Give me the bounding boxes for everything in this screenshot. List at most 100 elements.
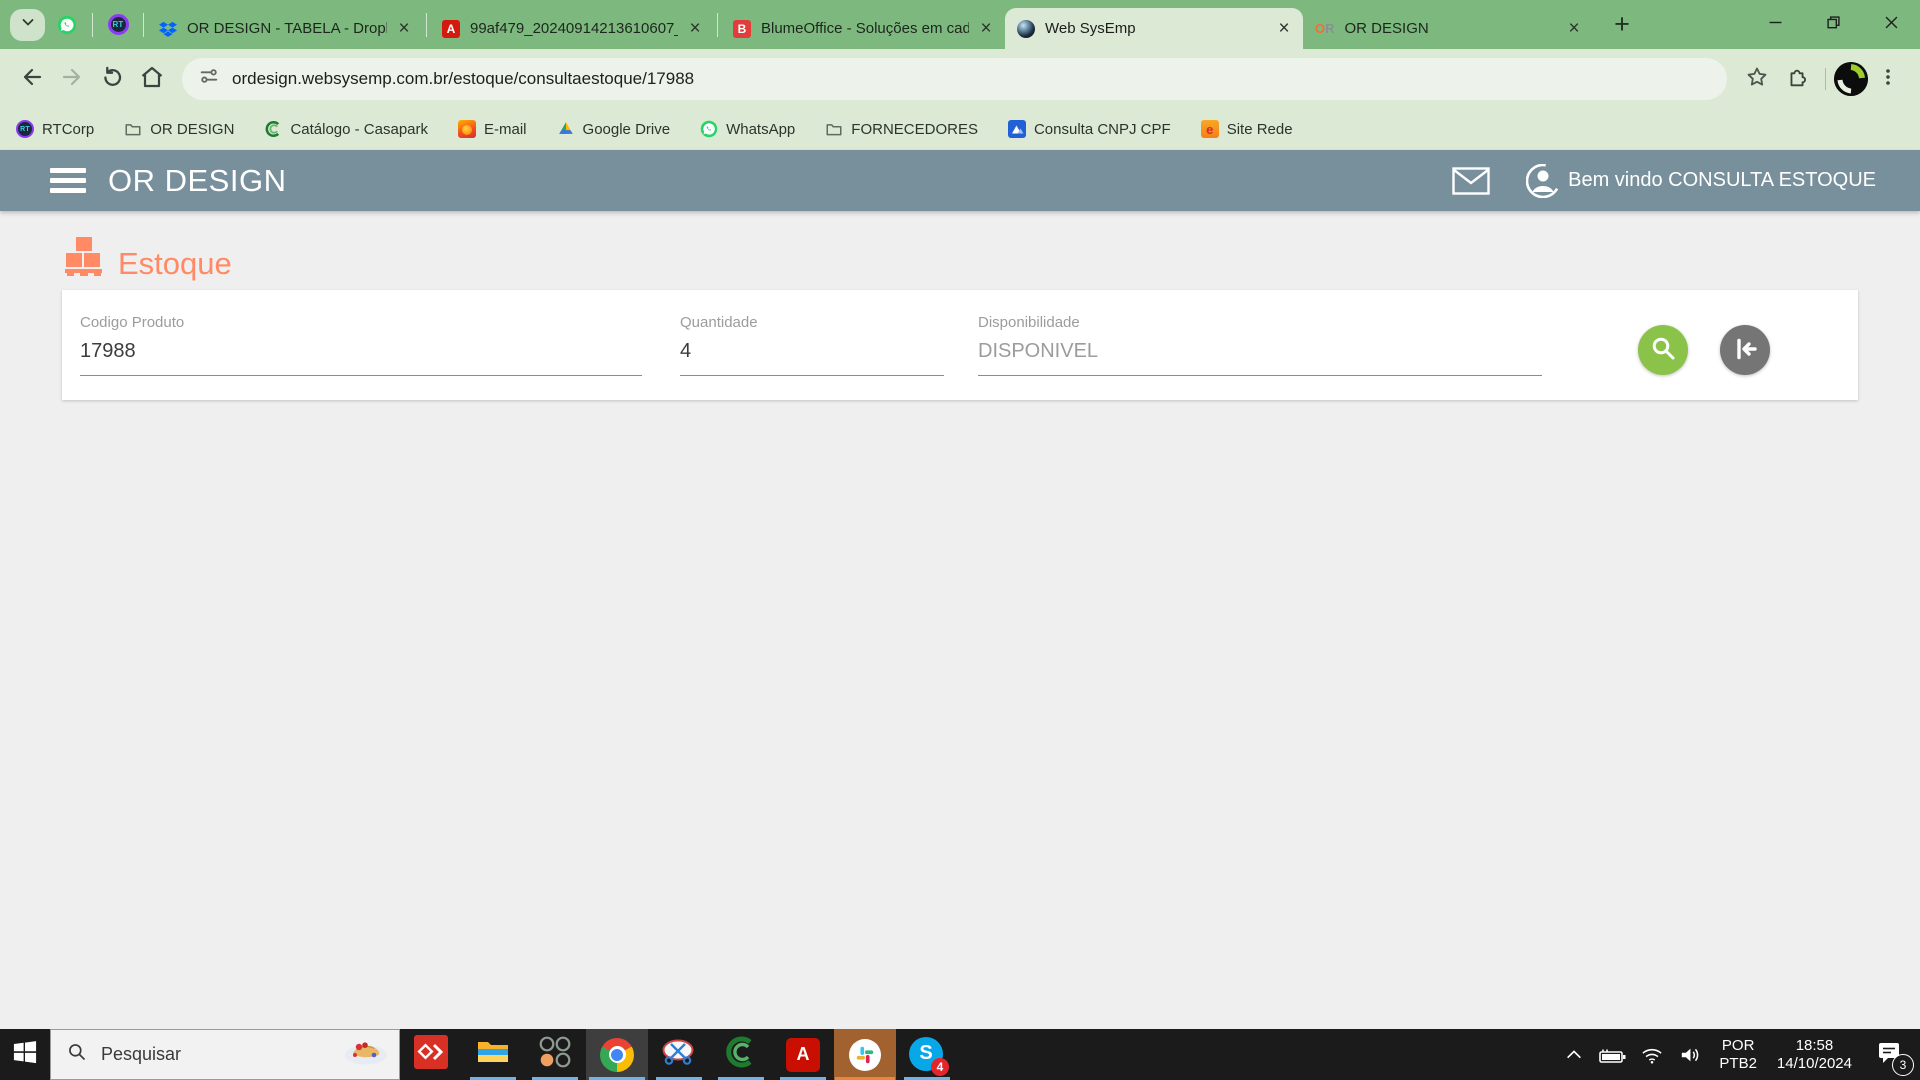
exit-button[interactable] bbox=[1720, 325, 1770, 375]
app-header: OR DESIGN Bem vindo CONSULTA ESTOQUE bbox=[0, 150, 1920, 211]
window-close-button[interactable] bbox=[1862, 0, 1920, 49]
action-center-button[interactable]: 3 bbox=[1876, 1039, 1914, 1076]
bookmark-google-drive[interactable]: Google Drive bbox=[557, 120, 670, 138]
taskbar-snipping-tool[interactable] bbox=[648, 1029, 710, 1080]
taskbar-acrobat[interactable]: A bbox=[772, 1029, 834, 1080]
volume-icon[interactable] bbox=[1678, 1045, 1702, 1065]
puzzle-icon bbox=[1785, 65, 1809, 92]
casapark-icon bbox=[264, 120, 282, 138]
clock[interactable]: 18:58 14/10/2024 bbox=[1777, 1037, 1852, 1073]
tab-title: 99af479_20240914213610607_p bbox=[470, 20, 678, 37]
tab-close-button[interactable]: × bbox=[975, 18, 997, 40]
tab-close-button[interactable]: × bbox=[684, 18, 706, 40]
taskbar-chrome[interactable] bbox=[586, 1029, 648, 1080]
back-button[interactable] bbox=[12, 59, 52, 99]
forward-icon bbox=[59, 64, 85, 93]
address-bar[interactable]: ordesign.websysemp.com.br/estoque/consul… bbox=[182, 57, 1727, 100]
tab-close-button[interactable]: × bbox=[1273, 18, 1295, 40]
taskbar-app-circles[interactable] bbox=[524, 1029, 586, 1080]
search-button[interactable] bbox=[1638, 325, 1688, 375]
disponibilidade-input[interactable]: DISPONIVEL bbox=[978, 340, 1542, 376]
home-button[interactable] bbox=[132, 59, 172, 99]
minimize-icon bbox=[1769, 16, 1782, 34]
language-code: POR bbox=[1721, 1036, 1755, 1054]
email-icon bbox=[458, 120, 477, 138]
user-icon[interactable] bbox=[1526, 163, 1561, 198]
bookmark-folder-or-design[interactable]: OR DESIGN bbox=[124, 120, 234, 138]
tab-websysemp-active[interactable]: Web SysEmp × bbox=[1005, 8, 1303, 49]
reload-button[interactable] bbox=[92, 59, 132, 99]
search-icon bbox=[67, 1042, 87, 1067]
slack-icon bbox=[849, 1038, 881, 1071]
menu-button[interactable] bbox=[1868, 59, 1908, 99]
ordesign-icon: OR bbox=[1315, 21, 1335, 36]
whatsapp-icon bbox=[57, 15, 77, 35]
windows-taskbar: Pesquisar A S 4 POR PTB2 18:58 14/10/202… bbox=[0, 1029, 1920, 1080]
start-button[interactable] bbox=[0, 1029, 50, 1080]
codigo-produto-input[interactable]: 17988 bbox=[80, 340, 642, 376]
menu-hamburger-button[interactable] bbox=[50, 163, 86, 198]
window-restore-button[interactable] bbox=[1804, 0, 1862, 49]
file-explorer-icon bbox=[476, 1035, 510, 1074]
tab-blumeoffice[interactable]: B BlumeOffice - Soluções em cad × bbox=[721, 8, 1005, 49]
three-dots-icon bbox=[1878, 67, 1898, 90]
tab-close-button[interactable]: × bbox=[393, 18, 415, 40]
bookmark-consulta-cnpj-cpf[interactable]: Consulta CNPJ CPF bbox=[1007, 120, 1171, 138]
bookmark-email[interactable]: E-mail bbox=[458, 120, 527, 138]
tab-ordesign[interactable]: OR OR DESIGN × bbox=[1303, 8, 1593, 49]
tab-dropbox[interactable]: OR DESIGN - TABELA - Dropbox × bbox=[147, 8, 423, 49]
taskbar-search-box[interactable]: Pesquisar bbox=[50, 1029, 400, 1080]
app-brand-title: OR DESIGN bbox=[108, 162, 287, 198]
bookmark-star-button[interactable] bbox=[1737, 59, 1777, 99]
pinned-tab-rtcorp[interactable]: RT bbox=[98, 5, 138, 45]
section-title: Estoque bbox=[64, 236, 232, 281]
tray-chevron-up-icon[interactable] bbox=[1564, 1045, 1584, 1065]
circles-app-icon bbox=[538, 1035, 572, 1074]
tab-search-button[interactable] bbox=[10, 8, 45, 41]
battery-icon[interactable] bbox=[1598, 1044, 1626, 1066]
stock-search-card: Codigo Produto 17988 Quantidade 4 Dispon… bbox=[62, 290, 1858, 400]
new-tab-button[interactable]: + bbox=[1605, 8, 1639, 42]
profile-avatar[interactable] bbox=[1834, 61, 1868, 96]
tab-pdf[interactable]: A 99af479_20240914213610607_p × bbox=[430, 8, 714, 49]
tab-title: OR DESIGN bbox=[1344, 20, 1429, 37]
app-header-right: Bem vindo CONSULTA ESTOQUE bbox=[1452, 163, 1920, 198]
bookmark-site-rede[interactable]: e Site Rede bbox=[1200, 120, 1293, 138]
back-icon bbox=[19, 64, 45, 93]
close-icon bbox=[1885, 16, 1898, 34]
extensions-button[interactable] bbox=[1777, 59, 1817, 99]
search-highlight-food-image[interactable] bbox=[343, 1037, 389, 1072]
field-disponibilidade: Disponibilidade DISPONIVEL bbox=[978, 314, 1542, 376]
url-text[interactable]: ordesign.websysemp.com.br/estoque/consul… bbox=[232, 69, 694, 89]
siterede-icon: e bbox=[1200, 120, 1219, 138]
language-indicator[interactable]: POR PTB2 bbox=[1719, 1037, 1757, 1073]
window-minimize-button[interactable] bbox=[1746, 0, 1804, 49]
field-quantidade: Quantidade 4 bbox=[680, 314, 944, 376]
wifi-icon[interactable] bbox=[1640, 1045, 1664, 1065]
pinned-tab-whatsapp[interactable] bbox=[47, 5, 87, 45]
taskbar-file-explorer[interactable] bbox=[462, 1029, 524, 1080]
bookmark-folder-fornecedores[interactable]: FORNECEDORES bbox=[825, 120, 978, 138]
tab-close-button[interactable]: × bbox=[1563, 18, 1585, 40]
restore-icon bbox=[1826, 15, 1840, 34]
taskbar-slack[interactable] bbox=[834, 1029, 896, 1080]
site-info-icon[interactable] bbox=[198, 65, 220, 92]
mail-icon[interactable] bbox=[1452, 166, 1490, 195]
bookmark-whatsapp[interactable]: WhatsApp bbox=[700, 120, 795, 138]
forward-button[interactable] bbox=[52, 59, 92, 99]
taskbar-skype[interactable]: S 4 bbox=[896, 1029, 958, 1080]
tab-separator bbox=[92, 12, 93, 37]
tab-title: BlumeOffice - Soluções em cad bbox=[761, 20, 969, 37]
tab-separator bbox=[717, 12, 718, 37]
red-app-icon bbox=[414, 1035, 448, 1074]
rtcorp-icon: RT bbox=[16, 120, 34, 138]
websysemp-icon bbox=[1017, 19, 1035, 38]
blumeoffice-icon: B bbox=[733, 19, 751, 38]
bookmark-catalogo-casapark[interactable]: Catálogo - Casapark bbox=[264, 120, 428, 138]
taskbar-app-reddeck[interactable] bbox=[400, 1029, 462, 1080]
keyboard-layout: PTB2 bbox=[1719, 1054, 1757, 1072]
bookmark-rtcorp[interactable]: RT RTCorp bbox=[16, 120, 94, 138]
taskbar-casapark[interactable] bbox=[710, 1029, 772, 1080]
scissors-icon bbox=[661, 1036, 697, 1073]
quantidade-input[interactable]: 4 bbox=[680, 340, 944, 376]
